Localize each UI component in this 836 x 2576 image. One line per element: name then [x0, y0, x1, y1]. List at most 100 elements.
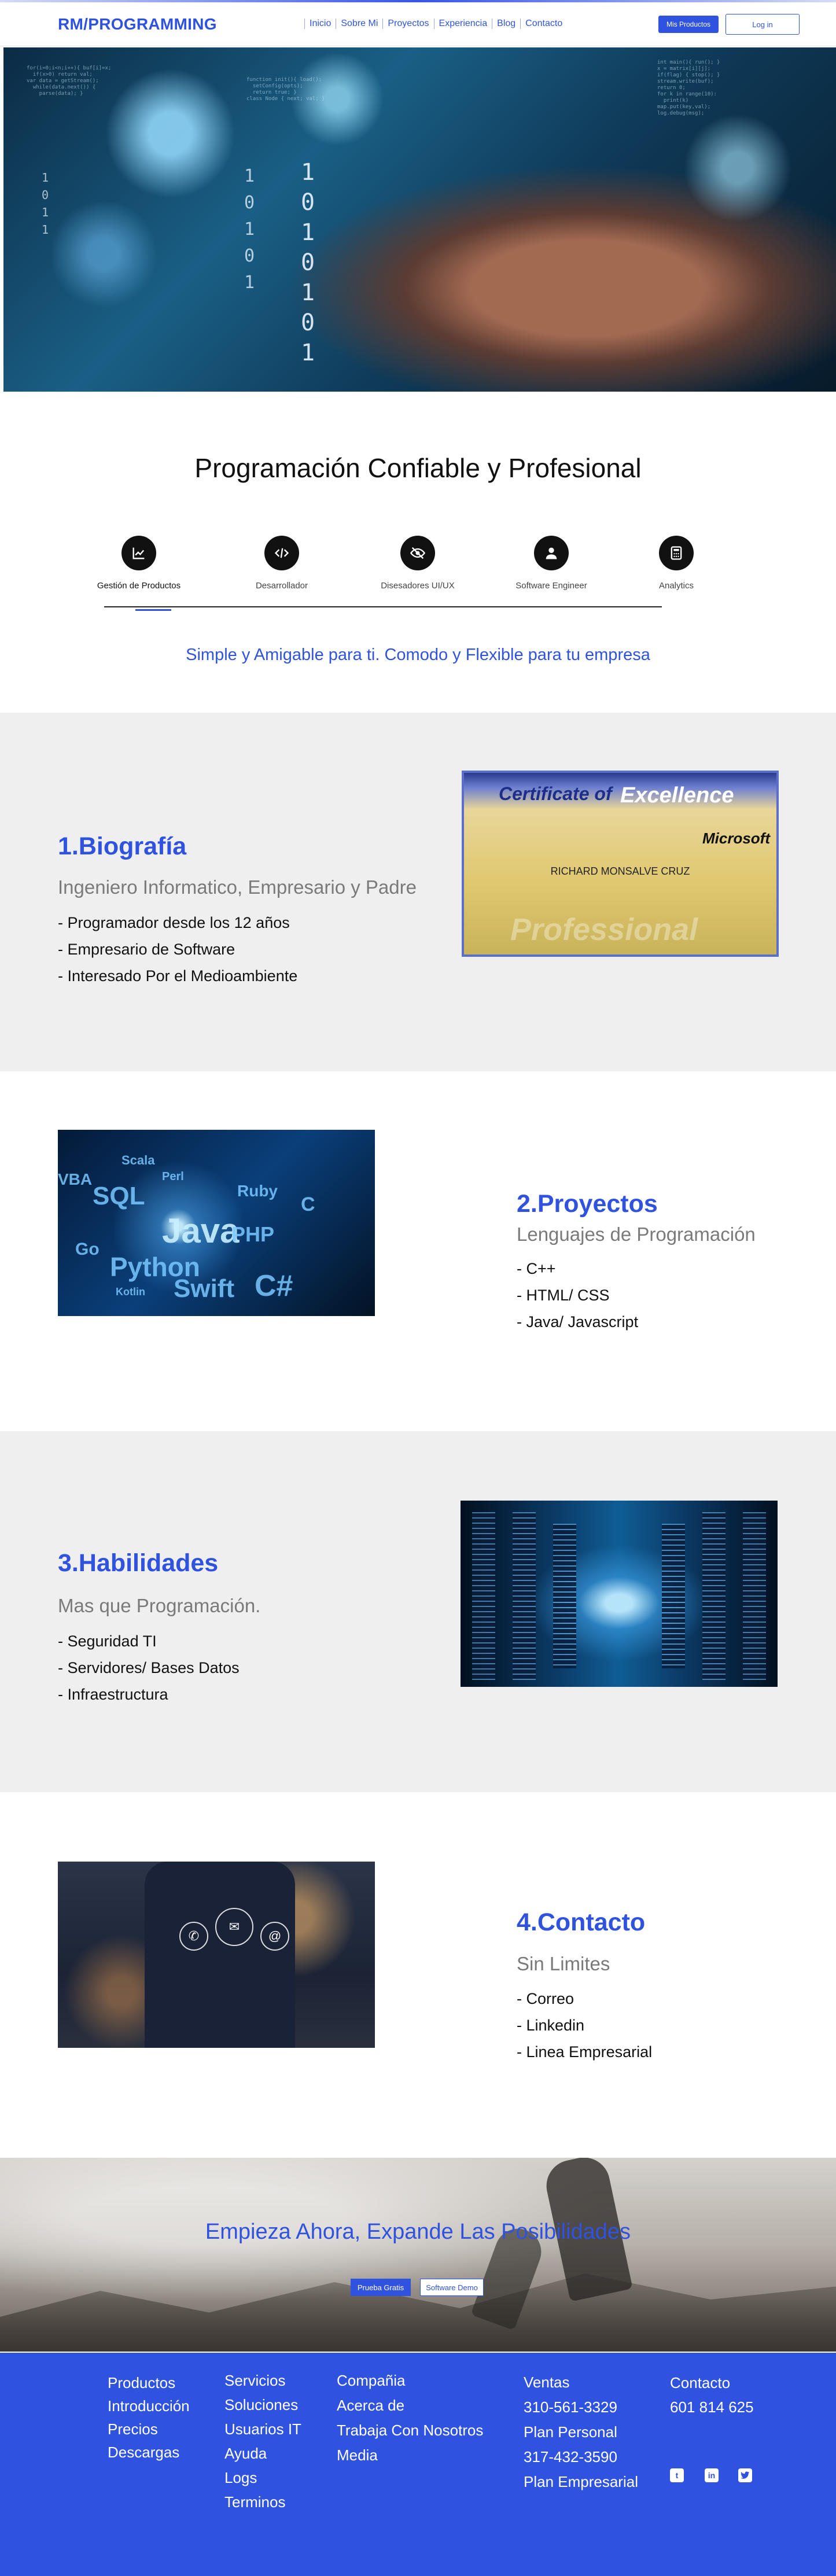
footer-col-contacto: Contacto 601 814 625	[670, 2371, 754, 2419]
nav-experiencia[interactable]: Experiencia	[433, 19, 492, 29]
footer-link[interactable]: Trabaja Con Nosotros	[337, 2418, 483, 2443]
footer-link[interactable]: Acerca de	[337, 2393, 483, 2418]
hero-binary: 1011	[41, 171, 49, 237]
footer-link[interactable]: Productos	[108, 2371, 190, 2394]
footer-link[interactable]: Ayuda	[224, 2441, 301, 2466]
tab-label: Analytics	[658, 581, 694, 591]
nav-blog[interactable]: Blog	[492, 19, 520, 29]
tab-label: Desarrollador	[255, 581, 308, 591]
list-item: - Java/ Javascript	[517, 1313, 639, 1331]
footer-phone[interactable]: 601 814 625	[670, 2395, 754, 2419]
certificate-image: Certificate of Excellence Microsoft RICH…	[462, 771, 779, 957]
calculator-icon	[659, 536, 694, 570]
envelope-icon: ✉	[215, 1908, 253, 1946]
tab-gestion-productos[interactable]: Gestión de Productos	[87, 536, 191, 591]
main-nav: Inicio Sobre Mi Proyectos Experiencia Bl…	[304, 19, 567, 29]
hero-code-overlay: function init(){ load(); setConfig(opts)…	[246, 77, 325, 102]
tab-software-engineer[interactable]: Software Engineer	[499, 536, 603, 591]
footer-link[interactable]: Precios	[108, 2417, 190, 2441]
footer-phone[interactable]: 317-432-3590	[524, 2445, 638, 2470]
server-rack	[553, 1524, 576, 1668]
free-trial-button[interactable]: Prueba Gratis	[351, 2279, 411, 2296]
tab-analytics[interactable]: Analytics	[624, 536, 728, 591]
section-title: 4.Contacto	[517, 1908, 646, 1936]
footer-link[interactable]: Ventas	[524, 2370, 638, 2395]
footer-link[interactable]: Usuarios IT	[224, 2417, 301, 2441]
section-list: - C++ - HTML/ CSS - Java/ Javascript	[517, 1255, 638, 1335]
twitter-icon[interactable]	[738, 2468, 752, 2482]
lang-word: VBA	[58, 1170, 93, 1188]
tabs-active-indicator	[135, 609, 171, 611]
brand-logo[interactable]: RM/PROGRAMMING	[58, 15, 217, 34]
section-list: - Programador desde los 12 años - Empres…	[58, 909, 297, 989]
nav-contacto[interactable]: Contacto	[520, 19, 567, 29]
footer-link[interactable]: Plan Personal	[524, 2420, 638, 2445]
certificate-heading-accent: Excellence	[620, 783, 734, 808]
tab-disenadores[interactable]: Disesadores UI/UX	[366, 536, 470, 591]
hero-binary: 1010101	[300, 159, 315, 366]
footer-link[interactable]: Plan Empresarial	[524, 2470, 638, 2494]
hero-code-overlay: int main(){ run(); } x = matrix[i][j]; i…	[657, 60, 720, 116]
list-item: - Linea Empresarial	[517, 2043, 653, 2061]
section-biografia: 1.Biografía Ingeniero Informatico, Empre…	[0, 713, 836, 1071]
server-rack	[702, 1512, 725, 1680]
footer-link[interactable]: Compañia	[337, 2368, 483, 2393]
languages-image: SQL Java Python Swift C# PHP Ruby Scala …	[58, 1130, 375, 1316]
footer-link[interactable]: Soluciones	[224, 2393, 301, 2417]
microsoft-logo: Microsoft	[702, 830, 770, 847]
servers-image	[461, 1501, 778, 1687]
section-title: 1.Biografía	[58, 832, 187, 860]
server-rack	[513, 1512, 536, 1680]
list-item: - Programador desde los 12 años	[58, 914, 290, 931]
footer-link[interactable]: Descargas	[108, 2441, 190, 2464]
eye-icon	[400, 536, 435, 570]
list-item: - HTML/ CSS	[517, 1287, 610, 1304]
lang-word: Ruby	[237, 1182, 278, 1200]
nav-sobre-mi[interactable]: Sobre Mi	[336, 19, 382, 29]
footer-phone[interactable]: 310-561-3329	[524, 2395, 638, 2420]
footer-col-compania: Compañia Acerca de Trabaja Con Nosotros …	[337, 2368, 483, 2468]
section-habilidades: 3.Habilidades Mas que Programación. - Se…	[0, 1431, 836, 1792]
linkedin-icon[interactable]: in	[705, 2468, 719, 2482]
footer-link[interactable]: Introducción	[108, 2394, 190, 2417]
nav-inicio[interactable]: Inicio	[304, 19, 336, 29]
footer-link[interactable]: Terminos	[224, 2490, 301, 2514]
lang-word: Scala	[121, 1153, 155, 1167]
server-rack	[743, 1512, 766, 1680]
list-item: - Servidores/ Bases Datos	[58, 1659, 240, 1676]
software-demo-button[interactable]: Software Demo	[420, 2279, 484, 2296]
cta-banner: Empieza Ahora, Expande Las Posibilidades…	[0, 2158, 836, 2352]
tab-label: Gestión de Productos	[97, 581, 181, 591]
footer-link[interactable]: Logs	[224, 2466, 301, 2490]
footer-link[interactable]: Contacto	[670, 2371, 754, 2395]
cta-title: Empieza Ahora, Expande Las Posibilidades	[205, 2220, 631, 2244]
section-proyectos: SQL Java Python Swift C# PHP Ruby Scala …	[0, 1071, 836, 1431]
list-item: - Interesado Por el Medioambiente	[58, 967, 298, 985]
list-item: - Correo	[517, 1990, 574, 2007]
tab-desarrollador[interactable]: Desarrollador	[230, 536, 334, 591]
footer-link[interactable]: Servicios	[224, 2368, 301, 2393]
section-subtitle: Sin Limites	[517, 1953, 610, 1974]
tumblr-icon[interactable]: t	[670, 2468, 684, 2482]
section-list: - Seguridad TI - Servidores/ Bases Datos…	[58, 1628, 240, 1708]
lang-word: SQL	[93, 1182, 145, 1210]
certificate-heading: Certificate of	[499, 783, 612, 804]
service-tabs: Gestión de Productos Desarrollador Dises…	[97, 536, 694, 611]
footer-col-ventas: Ventas 310-561-3329 Plan Personal 317-43…	[524, 2370, 638, 2494]
hero-binary: 10101	[244, 166, 255, 293]
server-rack	[662, 1524, 685, 1668]
contact-image: ✉ ✆ @	[58, 1862, 375, 2048]
list-item: - C++	[517, 1260, 556, 1277]
tab-label: Disesadores UI/UX	[381, 581, 455, 591]
section-list: - Correo - Linkedin - Linea Empresarial	[517, 1985, 652, 2065]
lang-word: C	[301, 1193, 315, 1215]
lang-word: Kotlin	[116, 1286, 145, 1298]
lang-word: Java	[162, 1211, 240, 1250]
nav-proyectos[interactable]: Proyectos	[382, 19, 433, 29]
section-subtitle: Lenguajes de Programación	[517, 1223, 756, 1245]
footer-link[interactable]: Media	[337, 2443, 483, 2468]
products-button[interactable]: Mis Productos	[658, 16, 719, 33]
footer-col-servicios: Servicios Soluciones Usuarios IT Ayuda L…	[224, 2368, 301, 2514]
login-button[interactable]: Log in	[725, 14, 800, 35]
phone-icon: ✆	[179, 1922, 208, 1951]
